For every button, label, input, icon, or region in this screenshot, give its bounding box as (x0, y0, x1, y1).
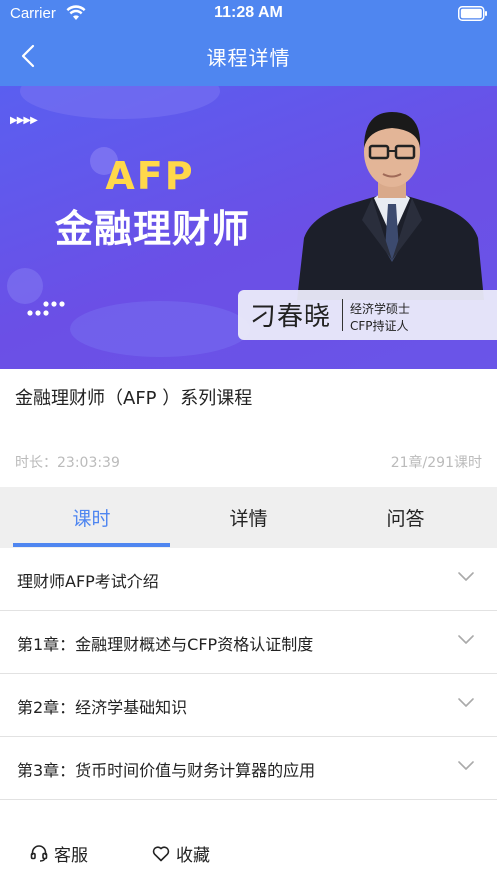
chevron-down-icon (458, 635, 474, 644)
favorite-button[interactable]: 收藏 (152, 839, 210, 867)
course-counts: 21章/291课时 (390, 455, 482, 471)
tab-bar: 课时 详情 问答 (0, 487, 497, 548)
heart-icon (152, 845, 170, 861)
chapter-label: 理财师AFP考试介绍 (17, 571, 159, 591)
chapter-item[interactable]: 理财师AFP考试介绍 (0, 548, 497, 611)
tab-details[interactable]: 详情 (170, 487, 327, 548)
chapter-label: 第2章：经济学基础知识 (17, 697, 188, 717)
app-header: Carrier 11:28 AM 课程详情 (0, 0, 497, 86)
status-time: 11:28 AM (214, 4, 283, 21)
presenter-credential: CFP持证人 (350, 319, 409, 333)
presenter-photo (297, 112, 484, 300)
chapter-label: 第3章：货币时间价值与财务计算器的应用 (17, 760, 316, 780)
favorite-label: 收藏 (176, 845, 210, 866)
chevron-down-icon (458, 572, 474, 581)
headset-icon (30, 845, 48, 862)
customer-service-button[interactable]: 客服 (30, 839, 88, 867)
course-duration: 时长：23:03:39 (15, 455, 120, 471)
card-divider (342, 299, 343, 331)
chapter-label: 第1章：金融理财概述与CFP资格认证制度 (17, 634, 314, 654)
nav-bar: 课程详情 (0, 28, 497, 86)
chapter-list: 理财师AFP考试介绍 第1章：金融理财概述与CFP资格认证制度 第2章：经济学基… (0, 548, 497, 800)
course-title: 金融理财师（AFP ）系列课程 (15, 388, 253, 409)
presenter-credential: 经济学硕士 (350, 302, 411, 316)
active-tab-indicator (13, 543, 170, 547)
tab-lessons[interactable]: 课时 (13, 487, 170, 548)
presenter-name: 刁春晓 (250, 302, 332, 332)
chevron-down-icon (458, 761, 474, 770)
bottom-action-bar: 客服 收藏 (0, 823, 497, 883)
status-bar: Carrier 11:28 AM (0, 0, 497, 28)
chevron-down-icon (458, 698, 474, 707)
battery-icon (458, 6, 487, 21)
chapter-item[interactable]: 第1章：金融理财概述与CFP资格认证制度 (0, 611, 497, 674)
arrows-icon: ▶▶▶▶ (10, 115, 38, 126)
course-banner: ▶▶▶▶ AFP 金融理财师 刁春晓 经济学硕士 CFP持证人 (0, 86, 497, 369)
customer-service-label: 客服 (54, 845, 88, 866)
banner-title-en: AFP (105, 154, 195, 198)
page-title: 课程详情 (206, 46, 291, 70)
chapter-item[interactable]: 第3章：货币时间价值与财务计算器的应用 (0, 737, 497, 800)
banner-title-cn: 金融理财师 (54, 207, 250, 251)
presenter-card: 刁春晓 经济学硕士 CFP持证人 (238, 290, 497, 340)
chapter-item[interactable]: 第2章：经济学基础知识 (0, 674, 497, 737)
tab-qa[interactable]: 问答 (327, 487, 484, 548)
